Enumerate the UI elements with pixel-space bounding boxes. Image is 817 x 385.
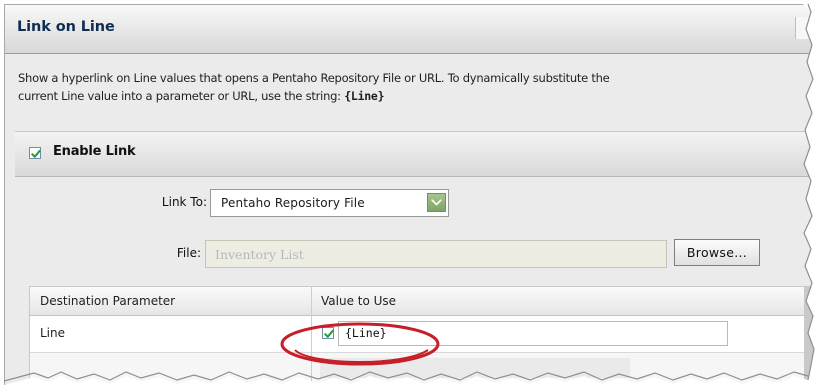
table-right-edge: [804, 287, 817, 385]
dropdown-arrow-icon[interactable]: [427, 193, 446, 212]
file-field[interactable]: Inventory List: [205, 240, 667, 268]
titlebar-corner-control: [795, 17, 817, 39]
panel-title: Link on Line: [17, 19, 115, 35]
link-on-line-panel: Link on Line Show a hyperlink on Line va…: [4, 4, 817, 385]
enable-link-label: Enable Link: [53, 144, 136, 159]
value-to-use-header: Value to Use: [321, 294, 397, 308]
parameters-table: Destination Parameter Value to Use Line …: [29, 286, 817, 385]
panel-titlebar: Link on Line: [5, 5, 817, 54]
value-input[interactable]: {Line}: [338, 321, 728, 346]
enable-link-row: Enable Link: [15, 131, 817, 177]
panel-description: Show a hyperlink on Line values that ope…: [18, 69, 808, 105]
value-text: {Line}: [345, 326, 387, 340]
file-value: Inventory List: [215, 247, 304, 262]
checkmark-icon: [324, 329, 334, 338]
next-row-partial: [30, 353, 817, 385]
description-line-1: Show a hyperlink on Line values that ope…: [18, 71, 610, 85]
screenshot-stage: Link on Line Show a hyperlink on Line va…: [0, 0, 817, 385]
destination-parameter-header: Destination Parameter: [40, 294, 176, 308]
line-token: {Line}: [344, 89, 385, 103]
chevron-down-icon: [431, 199, 442, 206]
partial-value-cell: [320, 358, 630, 378]
table-row: Line {Line}: [30, 316, 817, 353]
link-to-select[interactable]: Pentaho Repository File: [210, 189, 449, 217]
column-divider: [311, 287, 312, 385]
link-to-label: Link To:: [161, 195, 207, 209]
table-header: Destination Parameter Value to Use: [30, 287, 817, 316]
browse-button[interactable]: Browse...: [674, 239, 760, 266]
parameter-name-cell: Line: [40, 326, 66, 340]
description-line-2-text: current Line value into a parameter or U…: [18, 89, 345, 103]
use-value-checkbox[interactable]: [322, 327, 334, 339]
file-label: File:: [176, 246, 201, 260]
description-line-2: current Line value into a parameter or U…: [18, 87, 808, 105]
checkmark-icon: [31, 149, 41, 158]
link-to-selected-value: Pentaho Repository File: [221, 196, 365, 210]
enable-link-checkbox[interactable]: [29, 147, 41, 159]
